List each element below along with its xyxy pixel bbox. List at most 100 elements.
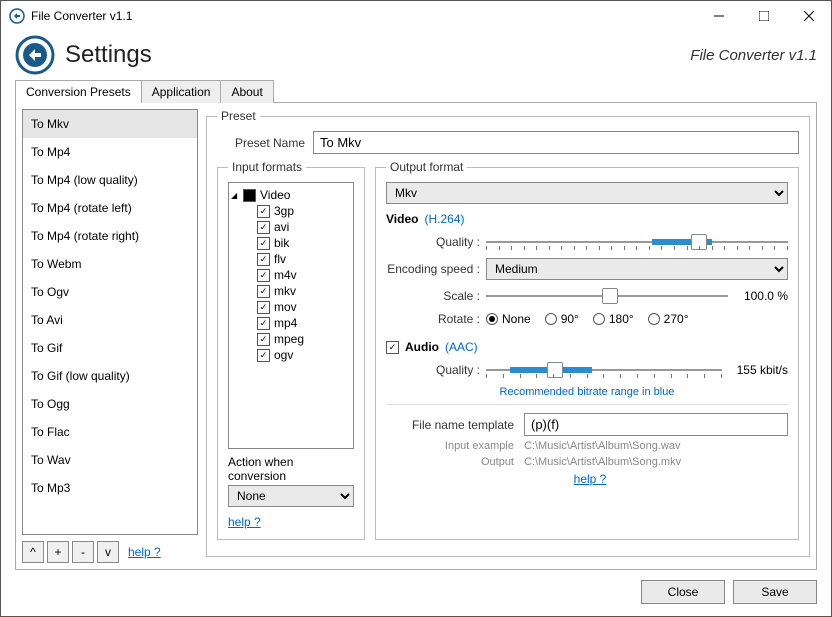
preset-sidebar: To Mkv To Mp4 To Mp4 (low quality) To Mp… <box>22 109 198 563</box>
rotate-label: Rotate : <box>386 312 480 326</box>
preset-item[interactable]: To Mp4 <box>23 138 197 166</box>
encoding-speed-label: Encoding speed : <box>386 262 480 276</box>
input-formats-tree[interactable]: ◢ Video 3gp avi bik flv m4v mkv mov mp4 … <box>228 182 354 449</box>
preset-item[interactable]: To Flac <box>23 418 197 446</box>
preset-item[interactable]: To Gif <box>23 334 197 362</box>
page-title: Settings <box>65 41 690 69</box>
preset-fieldset: Preset Preset Name Input formats ◢ Video <box>206 109 810 557</box>
tab-application[interactable]: Application <box>141 80 222 103</box>
audio-codec: (AAC) <box>445 340 478 354</box>
preset-item[interactable]: To Webm <box>23 250 197 278</box>
preset-name-input[interactable] <box>313 131 799 154</box>
checkbox[interactable] <box>257 221 270 234</box>
output-legend: Output format <box>386 160 467 174</box>
action-select[interactable]: None <box>228 485 354 507</box>
close-button[interactable] <box>786 1 831 31</box>
tree-item[interactable]: ogv <box>231 347 351 363</box>
tree-item[interactable]: mov <box>231 299 351 315</box>
inputs-help-link[interactable]: help ? <box>228 515 261 529</box>
preset-item[interactable]: To Ogv <box>23 278 197 306</box>
remove-preset-button[interactable]: - <box>72 541 94 563</box>
rotate-radio-none[interactable] <box>486 313 498 325</box>
checkbox[interactable] <box>257 205 270 218</box>
preset-item[interactable]: To Mkv <box>23 110 197 138</box>
scale-label: Scale : <box>386 289 480 303</box>
encoding-speed-select[interactable]: Medium <box>486 258 788 280</box>
move-up-button[interactable]: ^ <box>22 541 44 563</box>
tab-about[interactable]: About <box>220 80 273 103</box>
preset-item[interactable]: To Gif (low quality) <box>23 362 197 390</box>
action-label: Action when conversion <box>228 455 354 483</box>
fnt-input[interactable] <box>524 413 788 436</box>
preset-item[interactable]: To Avi <box>23 306 197 334</box>
video-codec: (H.264) <box>424 212 464 226</box>
fnt-input-example-value: C:\Music\Artist\Album\Song.wav <box>524 440 681 452</box>
preset-item[interactable]: To Mp4 (rotate right) <box>23 222 197 250</box>
tree-item[interactable]: mp4 <box>231 315 351 331</box>
checkbox-video-group[interactable] <box>243 189 256 202</box>
fnt-output-value: C:\Music\Artist\Album\Song.mkv <box>524 456 681 468</box>
checkbox[interactable] <box>257 253 270 266</box>
tree-item[interactable]: mkv <box>231 283 351 299</box>
audio-section-title: Audio <box>405 340 439 354</box>
preset-item[interactable]: To Mp4 (low quality) <box>23 166 197 194</box>
preset-help-link[interactable]: help ? <box>128 545 161 559</box>
window-title: File Converter v1.1 <box>31 9 696 23</box>
rotate-radio-180[interactable] <box>593 313 605 325</box>
tree-item[interactable]: 3gp <box>231 203 351 219</box>
dialog-footer: Close Save <box>1 580 831 614</box>
page-header: Settings File Converter v1.1 <box>1 31 831 79</box>
video-section-title: Video <box>386 212 418 226</box>
checkbox[interactable] <box>257 285 270 298</box>
preset-item[interactable]: To Mp4 (rotate left) <box>23 194 197 222</box>
tab-content: To Mkv To Mp4 To Mp4 (low quality) To Mp… <box>15 102 817 570</box>
close-dialog-button[interactable]: Close <box>641 580 725 604</box>
preset-item[interactable]: To Wav <box>23 446 197 474</box>
move-down-button[interactable]: v <box>97 541 119 563</box>
fnt-label: File name template <box>386 418 514 432</box>
app-icon <box>9 8 25 24</box>
tab-bar: Conversion Presets Application About <box>1 79 831 102</box>
preset-item[interactable]: To Ogg <box>23 390 197 418</box>
maximize-button[interactable] <box>741 1 786 31</box>
logo-icon <box>15 35 55 75</box>
checkbox[interactable] <box>257 269 270 282</box>
audio-quality-value: 155 kbit/s <box>728 363 788 377</box>
checkbox[interactable] <box>257 301 270 314</box>
scale-value: 100.0 % <box>734 289 788 303</box>
preset-list[interactable]: To Mkv To Mp4 To Mp4 (low quality) To Mp… <box>22 109 198 535</box>
output-format-select[interactable]: Mkv <box>386 182 788 204</box>
audio-quality-slider[interactable] <box>486 360 722 380</box>
checkbox[interactable] <box>257 349 270 362</box>
preset-item[interactable]: To Mp3 <box>23 474 197 502</box>
tree-item[interactable]: avi <box>231 219 351 235</box>
rotate-radio-270[interactable] <box>648 313 660 325</box>
video-quality-slider[interactable] <box>486 232 788 252</box>
minimize-button[interactable] <box>696 1 741 31</box>
audio-enable-checkbox[interactable] <box>386 341 399 354</box>
tree-item[interactable]: flv <box>231 251 351 267</box>
page-subtitle: File Converter v1.1 <box>690 47 817 64</box>
chevron-down-icon[interactable]: ◢ <box>231 191 239 200</box>
input-formats-fieldset: Input formats ◢ Video 3gp avi bik flv m4… <box>217 160 365 540</box>
checkbox[interactable] <box>257 237 270 250</box>
audio-recommendation: Recommended bitrate range in blue <box>386 386 788 398</box>
fnt-output-label: Output <box>386 456 514 468</box>
window-titlebar: File Converter v1.1 <box>1 1 831 31</box>
add-preset-button[interactable]: + <box>47 541 69 563</box>
tab-conversion-presets[interactable]: Conversion Presets <box>15 80 142 103</box>
audio-quality-label: Quality : <box>386 363 480 377</box>
checkbox[interactable] <box>257 317 270 330</box>
tree-item[interactable]: bik <box>231 235 351 251</box>
checkbox[interactable] <box>257 333 270 346</box>
rotate-radio-90[interactable] <box>545 313 557 325</box>
tree-item[interactable]: m4v <box>231 267 351 283</box>
tree-item[interactable]: mpeg <box>231 331 351 347</box>
scale-slider[interactable] <box>486 286 728 306</box>
tree-group-video[interactable]: ◢ Video <box>231 187 351 203</box>
preset-list-controls: ^ + - v help ? <box>22 541 198 563</box>
input-formats-legend: Input formats <box>228 160 306 174</box>
fnt-input-example-label: Input example <box>386 440 514 452</box>
output-help-link[interactable]: help ? <box>574 472 607 486</box>
save-button[interactable]: Save <box>733 580 817 604</box>
